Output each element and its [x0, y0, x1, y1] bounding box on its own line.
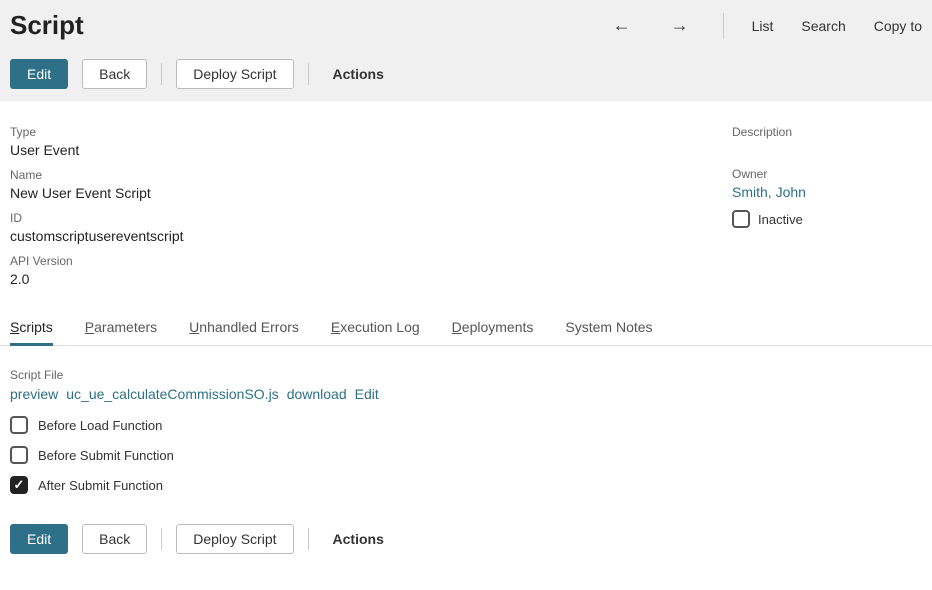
script-edit-link[interactable]: Edit [355, 386, 379, 402]
id-value: customscriptusereventscript [10, 228, 692, 244]
type-label: Type [10, 125, 692, 139]
description-label: Description [732, 125, 922, 139]
script-filename-link[interactable]: uc_ue_calculateCommissionSO.js [66, 386, 278, 402]
back-button[interactable]: Back [82, 59, 147, 89]
name-value: New User Event Script [10, 185, 692, 201]
nav-list[interactable]: List [752, 18, 774, 34]
id-label: ID [10, 211, 692, 225]
tab-deployments[interactable]: Deployments [452, 319, 534, 345]
button-divider [308, 63, 309, 85]
before-load-label: Before Load Function [38, 418, 162, 433]
button-divider [308, 528, 309, 550]
nav-search[interactable]: Search [801, 18, 845, 34]
deploy-script-button[interactable]: Deploy Script [176, 59, 293, 89]
actions-menu[interactable]: Actions [323, 66, 384, 82]
nav-copy-to[interactable]: Copy to [874, 18, 922, 34]
inactive-checkbox[interactable] [732, 210, 750, 228]
api-version-label: API Version [10, 254, 692, 268]
script-preview-link[interactable]: preview [10, 386, 58, 402]
actions-menu-bottom[interactable]: Actions [323, 531, 384, 547]
nav-next-arrow[interactable]: → [665, 15, 695, 36]
owner-value[interactable]: Smith, John [732, 184, 922, 200]
after-submit-checkbox[interactable] [10, 476, 28, 494]
script-file-label: Script File [10, 368, 922, 382]
edit-button[interactable]: Edit [10, 59, 68, 89]
button-divider [161, 528, 162, 550]
nav-prev-arrow[interactable]: ← [607, 15, 637, 36]
inactive-label: Inactive [758, 212, 803, 227]
tab-scripts[interactable]: Scripts [10, 319, 53, 345]
deploy-script-button-bottom[interactable]: Deploy Script [176, 524, 293, 554]
owner-label: Owner [732, 167, 922, 181]
page-title: Script [10, 10, 84, 41]
nav-divider [723, 13, 724, 39]
after-submit-label: After Submit Function [38, 478, 163, 493]
tab-system-notes[interactable]: System Notes [565, 319, 652, 345]
before-submit-label: Before Submit Function [38, 448, 174, 463]
before-load-checkbox[interactable] [10, 416, 28, 434]
back-button-bottom[interactable]: Back [82, 524, 147, 554]
before-submit-checkbox[interactable] [10, 446, 28, 464]
tab-unhandled-errors[interactable]: Unhandled Errors [189, 319, 299, 345]
tab-execution-log[interactable]: Execution Log [331, 319, 420, 345]
api-version-value: 2.0 [10, 271, 692, 287]
tab-parameters[interactable]: Parameters [85, 319, 157, 345]
edit-button-bottom[interactable]: Edit [10, 524, 68, 554]
name-label: Name [10, 168, 692, 182]
button-divider [161, 63, 162, 85]
type-value: User Event [10, 142, 692, 158]
script-download-link[interactable]: download [287, 386, 347, 402]
